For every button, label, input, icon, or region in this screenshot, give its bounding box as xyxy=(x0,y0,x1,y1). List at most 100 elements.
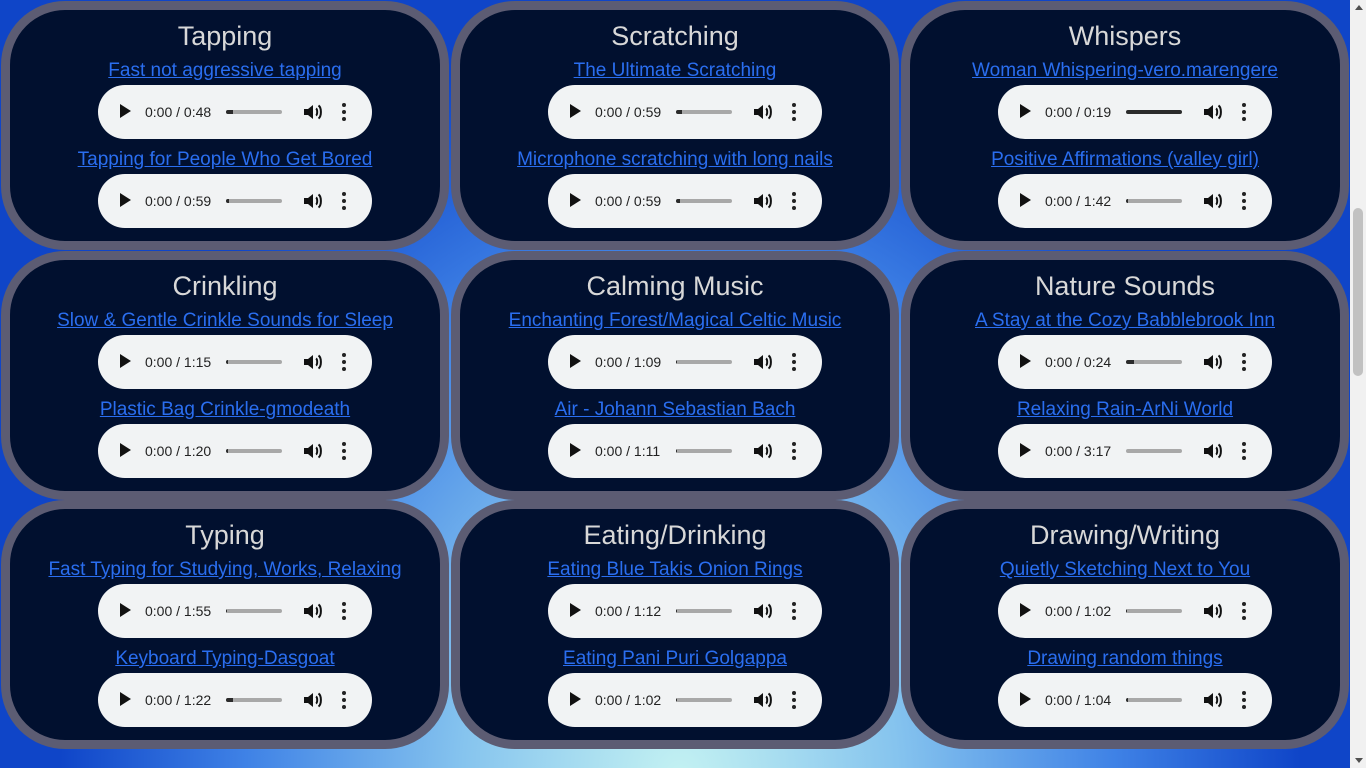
volume-icon[interactable] xyxy=(303,192,323,210)
more-options-icon[interactable] xyxy=(791,442,797,460)
track-link[interactable]: Woman Whispering-vero.marengere xyxy=(910,60,1340,82)
track-link[interactable]: Eating Blue Takis Onion Rings xyxy=(460,559,890,581)
play-icon[interactable] xyxy=(1020,443,1031,457)
progress-bar[interactable] xyxy=(226,609,282,613)
progress-bar[interactable] xyxy=(676,110,732,114)
scroll-up-arrow-icon[interactable] xyxy=(1355,5,1363,10)
track-link[interactable]: Tapping for People Who Get Bored xyxy=(10,149,440,171)
scroll-down-arrow-icon[interactable] xyxy=(1355,758,1363,763)
track-link[interactable]: Keyboard Typing-Dasgoat xyxy=(10,648,440,670)
volume-icon[interactable] xyxy=(1203,602,1223,620)
progress-bar[interactable] xyxy=(676,199,732,203)
play-icon[interactable] xyxy=(570,104,581,118)
progress-bar[interactable] xyxy=(226,449,282,453)
track-link[interactable]: Positive Affirmations (valley girl) xyxy=(910,149,1340,171)
page-scrollbar[interactable] xyxy=(1350,0,1366,768)
play-icon[interactable] xyxy=(1020,692,1031,706)
more-options-icon[interactable] xyxy=(791,691,797,709)
audio-player[interactable]: 0:00 / 1:02 xyxy=(548,673,822,727)
play-icon[interactable] xyxy=(120,603,131,617)
more-options-icon[interactable] xyxy=(341,353,347,371)
play-icon[interactable] xyxy=(120,193,131,207)
more-options-icon[interactable] xyxy=(341,602,347,620)
track-link[interactable]: Slow & Gentle Crinkle Sounds for Sleep xyxy=(10,310,440,332)
play-icon[interactable] xyxy=(1020,603,1031,617)
progress-bar[interactable] xyxy=(1126,449,1182,453)
volume-icon[interactable] xyxy=(753,103,773,121)
play-icon[interactable] xyxy=(570,603,581,617)
audio-player[interactable]: 0:00 / 1:12 xyxy=(548,584,822,638)
audio-player[interactable]: 0:00 / 1:09 xyxy=(548,335,822,389)
play-icon[interactable] xyxy=(120,354,131,368)
audio-player[interactable]: 0:00 / 1:04 xyxy=(998,673,1272,727)
progress-bar[interactable] xyxy=(226,360,282,364)
volume-icon[interactable] xyxy=(753,691,773,709)
audio-player[interactable]: 0:00 / 1:15 xyxy=(98,335,372,389)
audio-player[interactable]: 0:00 / 0:59 xyxy=(548,85,822,139)
play-icon[interactable] xyxy=(120,692,131,706)
progress-bar[interactable] xyxy=(676,360,732,364)
progress-bar[interactable] xyxy=(1126,609,1182,613)
progress-bar[interactable] xyxy=(676,698,732,702)
audio-player[interactable]: 0:00 / 1:42 xyxy=(998,174,1272,228)
volume-icon[interactable] xyxy=(753,602,773,620)
play-icon[interactable] xyxy=(570,443,581,457)
more-options-icon[interactable] xyxy=(1241,103,1247,121)
audio-player[interactable]: 0:00 / 1:55 xyxy=(98,584,372,638)
play-icon[interactable] xyxy=(570,193,581,207)
volume-icon[interactable] xyxy=(1203,192,1223,210)
play-icon[interactable] xyxy=(570,692,581,706)
more-options-icon[interactable] xyxy=(1241,353,1247,371)
track-link[interactable]: The Ultimate Scratching xyxy=(460,60,890,82)
audio-player[interactable]: 0:00 / 1:11 xyxy=(548,424,822,478)
more-options-icon[interactable] xyxy=(341,192,347,210)
audio-player[interactable]: 0:00 / 1:20 xyxy=(98,424,372,478)
more-options-icon[interactable] xyxy=(1241,192,1247,210)
play-icon[interactable] xyxy=(570,354,581,368)
track-link[interactable]: A Stay at the Cozy Babblebrook Inn xyxy=(910,310,1340,332)
volume-icon[interactable] xyxy=(753,442,773,460)
more-options-icon[interactable] xyxy=(791,103,797,121)
more-options-icon[interactable] xyxy=(791,602,797,620)
progress-bar[interactable] xyxy=(1126,199,1182,203)
progress-bar[interactable] xyxy=(676,609,732,613)
audio-player[interactable]: 0:00 / 3:17 xyxy=(998,424,1272,478)
scroll-thumb[interactable] xyxy=(1353,208,1363,376)
audio-player[interactable]: 0:00 / 1:22 xyxy=(98,673,372,727)
audio-player[interactable]: 0:00 / 1:02 xyxy=(998,584,1272,638)
audio-player[interactable]: 0:00 / 0:59 xyxy=(548,174,822,228)
progress-bar[interactable] xyxy=(1126,360,1182,364)
volume-icon[interactable] xyxy=(303,602,323,620)
track-link[interactable]: Eating Pani Puri Golgappa xyxy=(460,648,890,670)
volume-icon[interactable] xyxy=(1203,691,1223,709)
play-icon[interactable] xyxy=(120,104,131,118)
progress-bar[interactable] xyxy=(226,698,282,702)
volume-icon[interactable] xyxy=(1203,353,1223,371)
more-options-icon[interactable] xyxy=(341,691,347,709)
audio-player[interactable]: 0:00 / 0:19 xyxy=(998,85,1272,139)
volume-icon[interactable] xyxy=(753,192,773,210)
volume-icon[interactable] xyxy=(753,353,773,371)
track-link[interactable]: Plastic Bag Crinkle-gmodeath xyxy=(10,399,440,421)
volume-icon[interactable] xyxy=(1203,442,1223,460)
track-link[interactable]: Fast Typing for Studying, Works, Relaxin… xyxy=(10,559,440,581)
audio-player[interactable]: 0:00 / 0:48 xyxy=(98,85,372,139)
track-link[interactable]: Quietly Sketching Next to You xyxy=(910,559,1340,581)
track-link[interactable]: Enchanting Forest/Magical Celtic Music xyxy=(460,310,890,332)
progress-bar[interactable] xyxy=(676,449,732,453)
play-icon[interactable] xyxy=(1020,104,1031,118)
volume-icon[interactable] xyxy=(303,691,323,709)
more-options-icon[interactable] xyxy=(341,442,347,460)
volume-icon[interactable] xyxy=(1203,103,1223,121)
progress-bar[interactable] xyxy=(1126,110,1182,114)
volume-icon[interactable] xyxy=(303,353,323,371)
more-options-icon[interactable] xyxy=(1241,602,1247,620)
progress-bar[interactable] xyxy=(1126,698,1182,702)
track-link[interactable]: Fast not aggressive tapping xyxy=(10,60,440,82)
progress-bar[interactable] xyxy=(226,110,282,114)
progress-bar[interactable] xyxy=(226,199,282,203)
play-icon[interactable] xyxy=(1020,354,1031,368)
more-options-icon[interactable] xyxy=(1241,442,1247,460)
track-link[interactable]: Drawing random things xyxy=(910,648,1340,670)
track-link[interactable]: Relaxing Rain-ArNi World xyxy=(910,399,1340,421)
